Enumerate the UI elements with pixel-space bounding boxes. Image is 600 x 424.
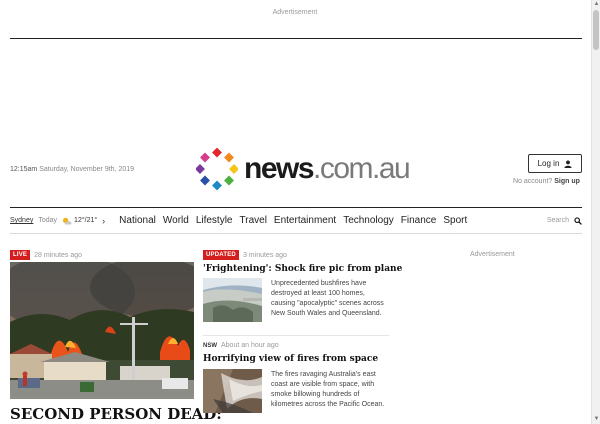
scroll-up-arrow-icon[interactable]: ▲	[592, 0, 600, 9]
story-1-time: 3 minutes ago	[242, 251, 287, 259]
story-1-summary: Unprecedented bushfires have destroyed a…	[271, 280, 384, 317]
chevron-right-icon[interactable]: ›	[102, 216, 105, 226]
current-time: 12:15am	[10, 166, 38, 173]
scrollbar-thumb[interactable]	[593, 10, 599, 50]
story-2-kicker: NSW About an hour ago	[203, 342, 279, 349]
bushfire-photo	[10, 262, 194, 399]
nav-item-sport[interactable]: Sport	[443, 215, 467, 226]
aerial-fire-photo	[203, 278, 262, 322]
advertisement-label-right: Advertisement	[470, 251, 515, 258]
story-divider	[203, 335, 389, 336]
signup-prompt: No account? Sign up	[513, 178, 580, 185]
no-account-text: No account?	[513, 178, 553, 185]
user-icon	[564, 159, 572, 168]
current-date: Saturday, November 9th, 2019	[39, 166, 135, 173]
scroll-down-arrow-icon[interactable]: ▼	[592, 415, 600, 424]
story-1-kicker: UPDATED 3 minutes ago	[203, 250, 287, 260]
nav-item-world[interactable]: World	[163, 215, 189, 226]
logo-main-text: news	[244, 152, 315, 185]
weather-day: Today	[38, 217, 58, 224]
lead-story-time: 28 minutes ago	[34, 251, 83, 259]
story-2-title[interactable]: Horrifying view of fires from space	[203, 354, 378, 364]
logo-wordmark: news.com.au	[244, 152, 411, 185]
news-logo-icon	[196, 148, 238, 190]
sun-cloud-icon	[62, 217, 72, 225]
login-label: Log in	[537, 159, 560, 168]
top-divider	[10, 38, 582, 39]
site-logo[interactable]: news.com.au	[196, 148, 411, 190]
search-control[interactable]: Search	[547, 208, 582, 233]
header-datetime: 12:15am Saturday, November 9th, 2019	[10, 166, 134, 173]
search-icon[interactable]	[574, 216, 582, 225]
vertical-scrollbar[interactable]: ▲ ▼	[591, 0, 600, 424]
nav-item-technology[interactable]: Technology	[343, 215, 394, 226]
nav-item-national[interactable]: National	[119, 215, 156, 226]
live-badge: LIVE	[10, 250, 31, 260]
updated-badge: UPDATED	[203, 250, 239, 260]
weather-widget[interactable]: Sydney Today 12°/21° ›	[10, 216, 105, 226]
story-1-thumbnail[interactable]	[203, 278, 262, 322]
lead-story-headline[interactable]: SECOND PERSON DEAD:	[10, 405, 222, 423]
lead-story-image[interactable]	[10, 262, 194, 399]
satellite-smoke-photo	[203, 369, 262, 413]
signup-link[interactable]: Sign up	[554, 178, 580, 185]
nav-links: National World Lifestyle Travel Entertai…	[119, 215, 474, 226]
lead-story-kicker: LIVE 28 minutes ago	[10, 250, 82, 260]
login-button[interactable]: Log in	[528, 154, 582, 173]
story-2-thumbnail[interactable]	[203, 369, 262, 413]
story-2-summary: The fires ravaging Australia's east coas…	[271, 371, 385, 408]
nav-bottom-rule	[10, 233, 582, 234]
nav-item-travel[interactable]: Travel	[240, 215, 267, 226]
weather-temps: 12°/21°	[74, 217, 98, 224]
nav-item-lifestyle[interactable]: Lifestyle	[196, 215, 233, 226]
logo-domain-text: .com.au	[313, 152, 411, 185]
nsw-tag: NSW	[203, 342, 217, 349]
main-navigation: Sydney Today 12°/21° › National World Li…	[10, 208, 582, 233]
advertisement-label-top: Advertisement	[272, 9, 318, 16]
weather-city[interactable]: Sydney	[10, 217, 33, 224]
nav-item-finance[interactable]: Finance	[401, 215, 437, 226]
search-label: Search	[546, 217, 569, 224]
story-2-time: About an hour ago	[221, 342, 279, 349]
nav-item-entertainment[interactable]: Entertainment	[274, 215, 336, 226]
story-1-title[interactable]: 'Frightening': Shock fire pic from plane	[203, 264, 402, 274]
